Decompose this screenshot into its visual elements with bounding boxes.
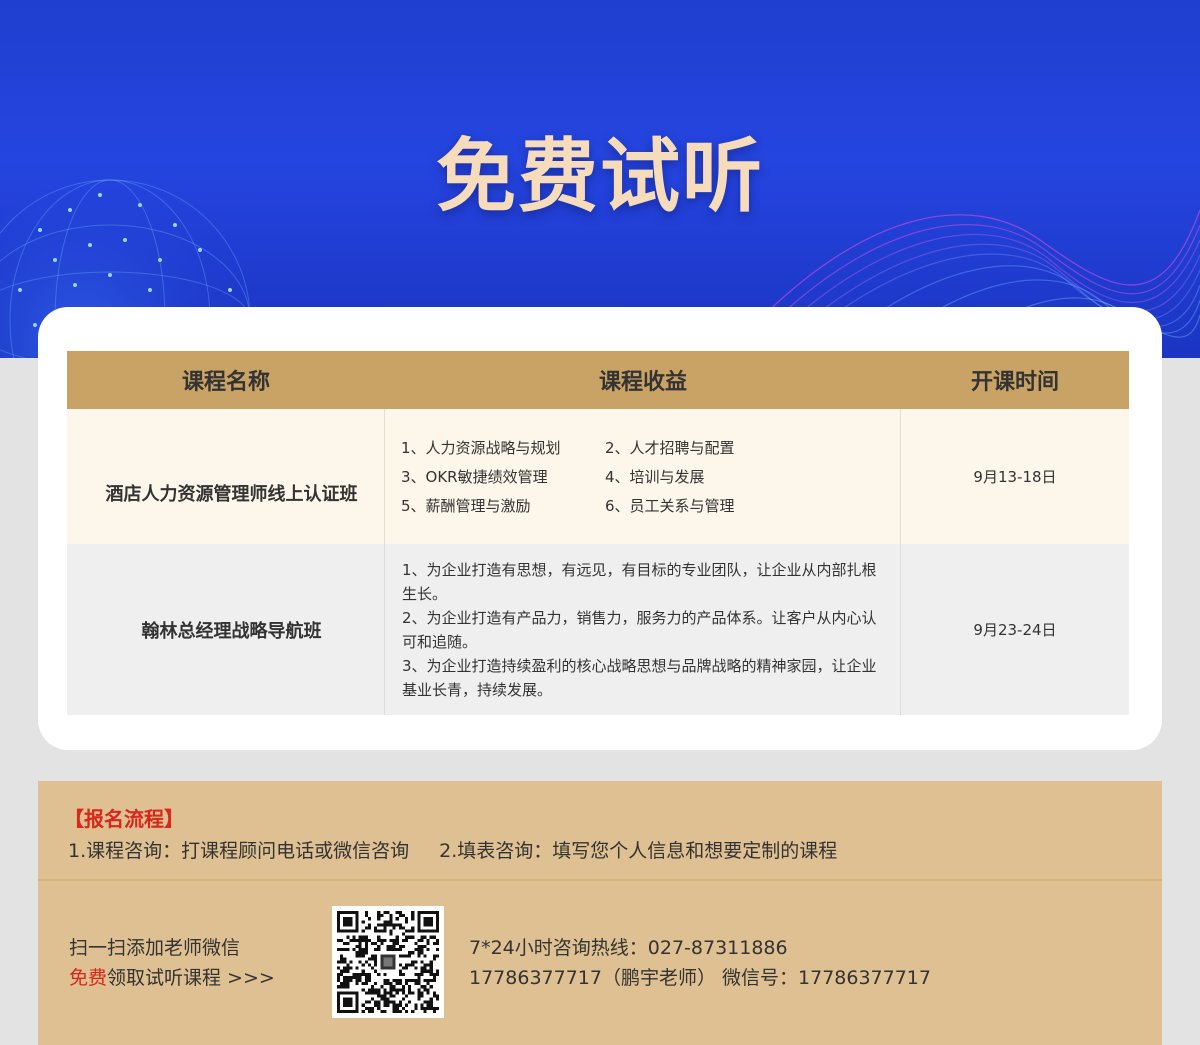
contact-info: 7*24小时咨询热线：027-87311886 17786377717（鹏宇老师… <box>469 933 931 993</box>
benefit-item: 2、人才招聘与配置 <box>605 439 735 457</box>
course-name-cell: 酒店人力资源管理师线上认证班 <box>67 409 385 544</box>
benefit-item: 3、OKR敏捷绩效管理 <box>401 468 548 486</box>
scan-prompt: 扫一扫添加老师微信 免费领取试听课程 >>> <box>69 933 275 993</box>
hero-banner: 免费试听 <box>0 0 1200 358</box>
course-date: 9月13-18日 <box>973 468 1057 486</box>
benefit-item: 2、为企业打造有产品力，销售力，服务力的产品体系。让客户从内心认可和追随。 <box>402 608 877 651</box>
section-divider <box>38 879 1162 881</box>
header-course-name: 课程名称 <box>181 370 270 395</box>
scan-line-2: 免费领取试听课程 >>> <box>69 963 275 993</box>
table-row: 翰林总经理战略导航班 1、为企业打造有思想，有远见，有目标的专业团队，让企业从内… <box>67 544 1129 715</box>
benefit-list: 1、人力资源战略与规划 2、人才招聘与配置 3、OKR敏捷绩效管理 4、培训与发… <box>385 437 805 516</box>
benefit-item: 4、培训与发展 <box>605 468 705 486</box>
course-card: 课程名称 课程收益 开课时间 酒店人力资源管理师线上认证班 1、人力资源战略与规… <box>38 307 1162 750</box>
benefit-item: 1、为企业打造有思想，有远见，有目标的专业团队，让企业从内部扎根生长。 <box>402 560 877 603</box>
course-date: 9月23-24日 <box>973 621 1057 639</box>
free-highlight: 免费 <box>69 967 108 989</box>
table-row: 酒店人力资源管理师线上认证班 1、人力资源战略与规划 2、人才招聘与配置 3、O… <box>67 409 1129 544</box>
course-name-cell: 翰林总经理战略导航班 <box>67 544 385 715</box>
header-course-benefits: 课程收益 <box>598 370 687 395</box>
wechat-text: 17786377717（鹏宇老师） 微信号：17786377717 <box>469 967 931 989</box>
header-start-time: 开课时间 <box>970 370 1059 395</box>
benefit-item: 3、为企业打造持续盈利的核心战略思想与品牌战略的精神家园，让企业基业长青，持续发… <box>402 656 877 699</box>
registration-section: 【报名流程】 1.课程咨询：打课程顾问电话或微信咨询 2.填表咨询：填写您个人信息… <box>38 781 1162 1045</box>
registration-title: 【报名流程】 <box>64 807 184 831</box>
qr-code-icon[interactable] <box>332 906 444 1018</box>
benefit-item: 6、员工关系与管理 <box>605 497 735 515</box>
scan-line-1: 扫一扫添加老师微信 <box>69 937 241 959</box>
course-table: 课程名称 课程收益 开课时间 酒店人力资源管理师线上认证班 1、人力资源战略与规… <box>67 351 1129 715</box>
course-name: 翰林总经理战略导航班 <box>141 620 322 642</box>
benefit-list: 1、为企业打造有思想，有远见，有目标的专业团队，让企业从内部扎根生长。 2、为企… <box>385 558 900 702</box>
course-benefits-cell: 1、人力资源战略与规划 2、人才招聘与配置 3、OKR敏捷绩效管理 4、培训与发… <box>385 409 901 544</box>
scan-line-2-rest: 领取试听课程 >>> <box>107 967 275 989</box>
benefit-item: 1、人力资源战略与规划 <box>401 439 561 457</box>
banner-title: 免费试听 <box>436 130 764 223</box>
start-time-cell: 9月13-18日 <box>901 409 1129 544</box>
course-name: 酒店人力资源管理师线上认证班 <box>105 483 358 505</box>
hotline-text: 7*24小时咨询热线：027-87311886 <box>469 937 788 959</box>
table-header: 课程名称 课程收益 开课时间 <box>67 351 1129 409</box>
registration-step-1: 1.课程咨询：打课程顾问电话或微信咨询 <box>68 840 410 862</box>
benefit-item: 5、薪酬管理与激励 <box>401 497 531 515</box>
course-benefits-cell: 1、为企业打造有思想，有远见，有目标的专业团队，让企业从内部扎根生长。 2、为企… <box>385 544 901 715</box>
registration-steps: 1.课程咨询：打课程顾问电话或微信咨询 2.填表咨询：填写您个人信息和想要定制的课… <box>68 836 837 863</box>
start-time-cell: 9月23-24日 <box>901 544 1129 715</box>
registration-step-2: 2.填表咨询：填写您个人信息和想要定制的课程 <box>439 840 838 862</box>
